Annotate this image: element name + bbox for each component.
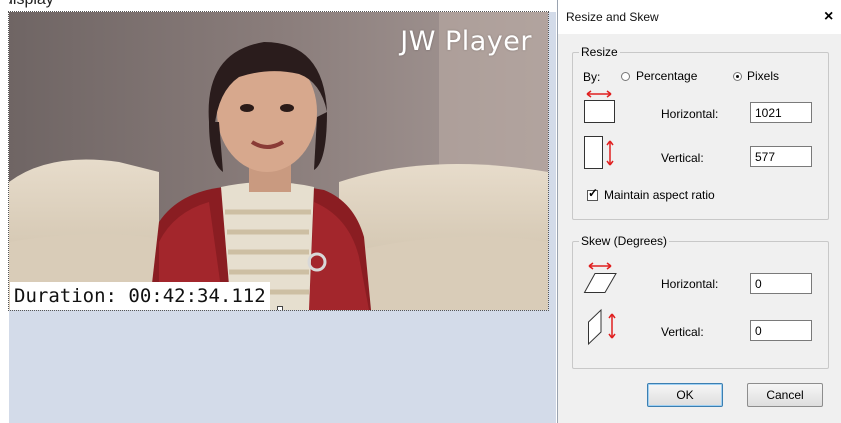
percentage-label[interactable]: Percentage	[636, 69, 697, 83]
canvas-top-strip: display	[0, 0, 556, 12]
resize-legend: Resize	[579, 45, 620, 59]
skew-horizontal-label: Horizontal:	[661, 277, 719, 291]
resize-horizontal-input[interactable]	[750, 102, 812, 123]
percentage-radio[interactable]	[621, 72, 630, 81]
skew-group: Skew (Degrees) Horizontal: Vertical:	[572, 234, 829, 369]
cancel-button[interactable]: Cancel	[747, 383, 823, 407]
skew-vertical-label: Vertical:	[661, 325, 704, 339]
resize-horizontal-icon	[584, 90, 615, 123]
close-button[interactable]: ×	[824, 8, 833, 26]
selection-handle-bottom[interactable]	[277, 306, 283, 310]
resize-horizontal-label: Horizontal:	[661, 107, 719, 121]
skew-horizontal-input[interactable]	[750, 273, 812, 294]
canvas-left-margin	[0, 0, 9, 423]
clipped-caption-text: display	[4, 0, 54, 9]
dialog-title: Resize and Skew	[566, 10, 659, 24]
jw-player-watermark: JW Player	[400, 26, 532, 57]
resize-vertical-icon	[584, 136, 614, 169]
maintain-aspect-checkbox[interactable]: ✓	[587, 186, 599, 201]
skew-legend: Skew (Degrees)	[579, 234, 670, 248]
duration-label: Duration: 00:42:34.112	[10, 282, 270, 310]
paint-canvas-area[interactable]: display	[0, 0, 556, 423]
resize-skew-dialog: Resize and Skew × Resize By: Percentage …	[557, 0, 841, 423]
resize-vertical-label: Vertical:	[661, 151, 704, 165]
skew-vertical-icon	[588, 308, 616, 346]
pixels-label[interactable]: Pixels	[747, 69, 779, 83]
dialog-titlebar[interactable]: Resize and Skew ×	[558, 0, 841, 34]
pixels-radio[interactable]	[733, 72, 742, 81]
skew-horizontal-icon	[583, 262, 617, 293]
resize-group: Resize By: Percentage Pixels Horizontal:…	[572, 45, 829, 220]
checkmark-icon: ✓	[588, 186, 599, 200]
by-label: By:	[583, 70, 601, 84]
canvas-image[interactable]: JW Player	[8, 11, 549, 311]
maintain-aspect-label[interactable]: Maintain aspect ratio	[604, 188, 715, 202]
skew-vertical-input[interactable]	[750, 320, 812, 341]
ok-button[interactable]: OK	[647, 383, 723, 407]
resize-vertical-input[interactable]	[750, 146, 812, 167]
